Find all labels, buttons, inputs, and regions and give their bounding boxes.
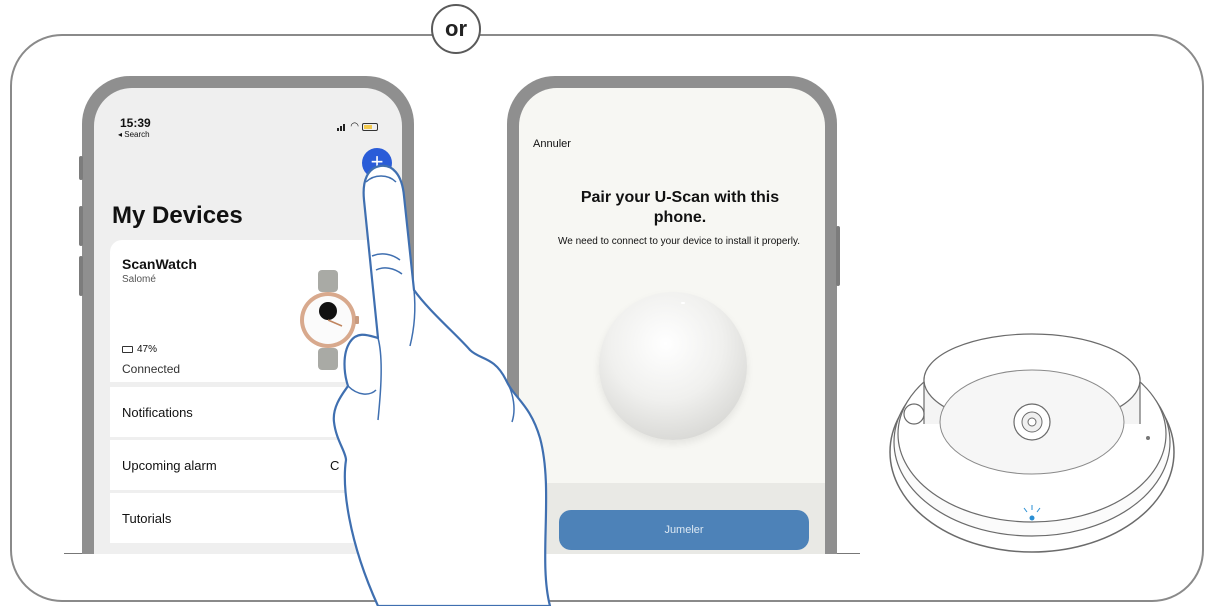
pointing-hand-icon xyxy=(332,164,552,606)
connection-status: Connected xyxy=(122,362,181,376)
phone-side-button xyxy=(79,256,83,296)
phone-side-button xyxy=(79,206,83,246)
menu-item-label: Upcoming alarm xyxy=(122,457,217,473)
cancel-button[interactable]: Annuler xyxy=(533,138,571,150)
wifi-icon: ◠ xyxy=(350,121,359,132)
status-time: 15:39 xyxy=(120,116,151,130)
or-label: or xyxy=(445,16,467,41)
battery-level: 47% xyxy=(137,344,158,355)
u-scan-device-icon xyxy=(889,333,1175,553)
device-battery: 47% xyxy=(122,344,157,355)
phone-side-button xyxy=(836,226,840,286)
u-scan-device-image xyxy=(599,292,747,440)
device-name: ScanWatch xyxy=(122,256,197,272)
pair-title: Pair your U-Scan with this phone. xyxy=(580,189,780,226)
pair-subtitle: We need to connect to your device to ins… xyxy=(558,236,800,247)
or-divider: or xyxy=(431,4,481,54)
device-owner: Salomé xyxy=(122,274,156,285)
page-title: My Devices xyxy=(112,202,243,229)
signal-icon xyxy=(337,123,347,131)
battery-icon xyxy=(122,346,133,353)
phone-side-button xyxy=(79,156,83,180)
device-led xyxy=(681,302,685,304)
back-to-search-link[interactable]: ◂ Search xyxy=(118,130,150,139)
menu-item-label: Tutorials xyxy=(122,510,172,526)
pair-button[interactable]: Jumeler xyxy=(559,510,809,550)
menu-item-label: Notifications xyxy=(122,404,193,420)
battery-icon xyxy=(362,123,378,131)
status-icons: ◠ xyxy=(337,122,378,132)
